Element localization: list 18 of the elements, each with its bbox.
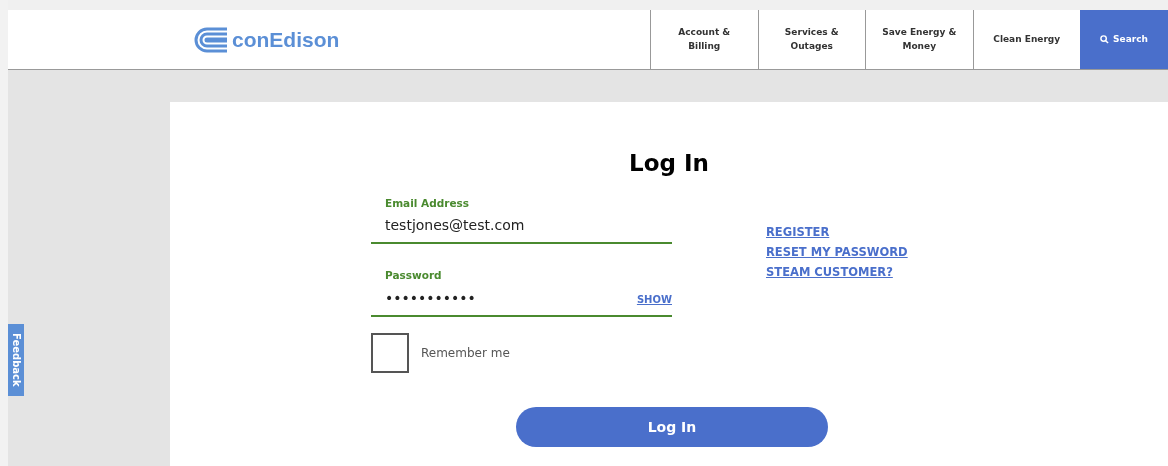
feedback-tab[interactable]: Feedback <box>8 324 24 396</box>
text-link[interactable]: RESET MY PASSWORD <box>766 241 908 262</box>
remember-checkbox[interactable] <box>371 333 409 374</box>
password-field[interactable]: ••••••••••• <box>371 284 637 316</box>
show-password-link[interactable]: SHOW <box>636 292 672 308</box>
search-icon <box>1100 35 1110 44</box>
search-button[interactable]: Search <box>1080 10 1168 69</box>
login-button[interactable]: Log In <box>516 407 828 448</box>
email-field[interactable]: testjones@test.com <box>371 211 672 245</box>
text-link[interactable]: REGISTER <box>766 221 908 242</box>
field-label: Email Address <box>384 195 470 211</box>
logo-text: conEdison <box>232 26 340 53</box>
logo-icon <box>194 26 228 53</box>
logo[interactable]: conEdison <box>194 10 340 69</box>
text-link[interactable]: STEAM CUSTOMER? <box>766 261 908 282</box>
field-label: Password <box>384 268 443 284</box>
checkbox-label: Remember me <box>421 345 510 363</box>
page-title: Log In <box>628 150 710 178</box>
